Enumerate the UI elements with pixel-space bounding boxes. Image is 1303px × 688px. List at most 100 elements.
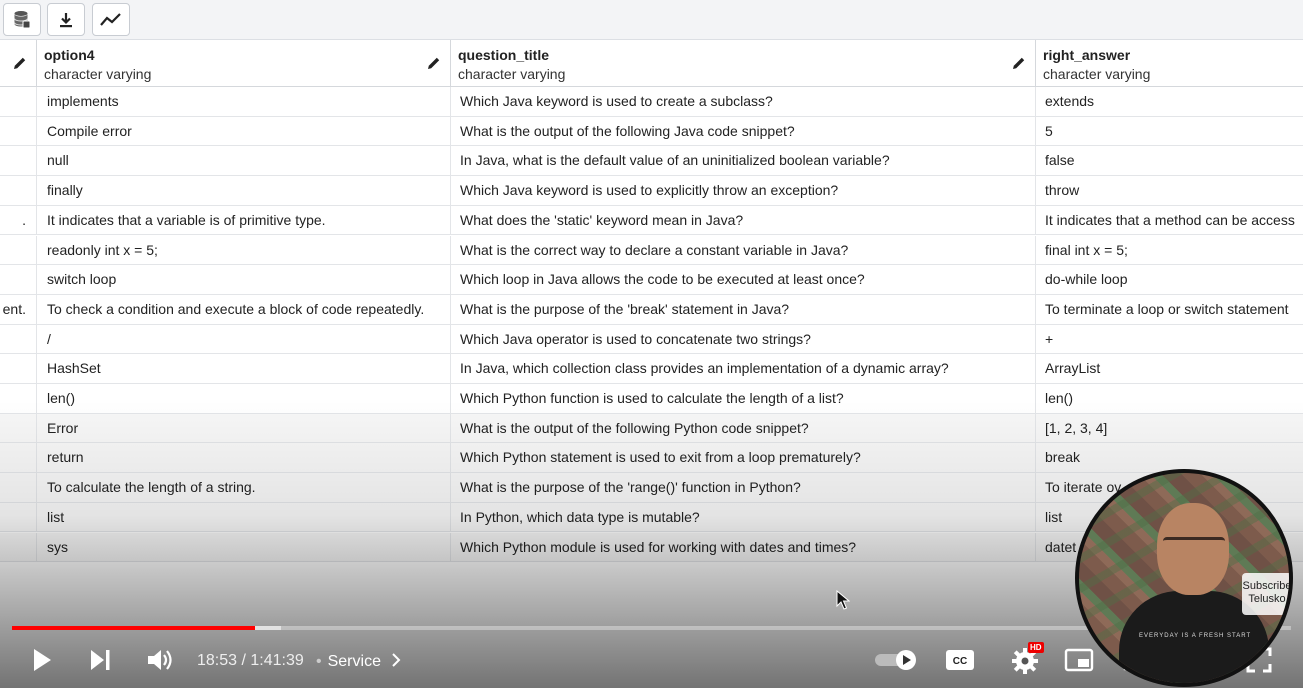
cell-right-answer[interactable]: extends [1036, 87, 1303, 116]
cell-question-title[interactable]: In Java, what is the default value of an… [451, 146, 1036, 176]
cell-right-answer[interactable]: To terminate a loop or switch statement [1036, 295, 1303, 324]
cell-question-title[interactable]: In Python, which data type is mutable? [451, 502, 1036, 532]
pencil-icon[interactable] [1012, 56, 1026, 70]
chevron-right-icon [392, 653, 401, 667]
table-row[interactable]: implements Which Java keyword is used to … [0, 87, 1303, 117]
column-header-option4[interactable]: option4 character varying [37, 40, 451, 87]
play-button[interactable] [28, 646, 56, 674]
settings-button[interactable]: HD [1004, 642, 1048, 676]
cell-option4[interactable]: null [37, 146, 451, 176]
cell-question-title[interactable]: What is the purpose of the 'break' state… [451, 294, 1036, 324]
cell-question-title[interactable]: Which Java keyword is used to create a s… [451, 87, 1036, 116]
cell-option4[interactable]: It indicates that a variable is of primi… [37, 205, 451, 235]
cell-question-title[interactable]: Which Python function is used to calcula… [451, 384, 1036, 413]
autoplay-toggle[interactable] [872, 646, 920, 674]
cell-question-title[interactable]: What is the purpose of the 'range()' fun… [451, 473, 1036, 502]
table-row[interactable]: Compile error What is the output of the f… [0, 116, 1303, 147]
cell-option4[interactable]: Error [37, 413, 451, 443]
next-button[interactable] [86, 646, 114, 674]
cell-right-answer[interactable]: throw [1036, 176, 1303, 205]
cell-prev[interactable] [0, 473, 37, 502]
save-data-button[interactable] [3, 3, 41, 36]
column-header-right-answer[interactable]: right_answer character varying [1036, 40, 1303, 87]
cell-question-title[interactable]: What is the correct way to declare a con… [451, 235, 1036, 265]
mute-button[interactable] [144, 646, 176, 674]
cell-option4[interactable]: readonly int x = 5; [37, 235, 451, 265]
cell-right-answer[interactable]: break [1036, 443, 1303, 472]
cell-prev[interactable] [0, 146, 37, 176]
cell-prev[interactable] [0, 116, 37, 146]
cell-prev[interactable] [0, 413, 37, 443]
download-button[interactable] [47, 3, 85, 36]
cell-right-answer[interactable]: final int x = 5; [1036, 236, 1303, 265]
cell-option4[interactable]: sys [37, 532, 451, 562]
cell-question-title[interactable]: What is the output of the following Pyth… [451, 413, 1036, 443]
cell-option4[interactable]: To calculate the length of a string. [37, 473, 451, 502]
graph-visualiser-button[interactable] [92, 3, 130, 36]
cell-option4[interactable]: switch loop [37, 265, 451, 294]
cell-question-title[interactable]: Which Java operator is used to concatena… [451, 324, 1036, 354]
cell-prev[interactable] [0, 265, 37, 294]
cell-text: Which Python module is used for working … [460, 538, 857, 555]
cell-option4[interactable]: HashSet [37, 354, 451, 383]
cell-option4[interactable]: / [37, 324, 451, 354]
table-row[interactable]: Error What is the output of the following… [0, 413, 1303, 444]
cell-question-title[interactable]: Which Python statement is used to exit f… [451, 443, 1036, 473]
table-row[interactable]: return Which Python statement is used to … [0, 443, 1303, 474]
table-row[interactable]: len() Which Python function is used to ca… [0, 384, 1303, 414]
pencil-icon[interactable] [427, 56, 441, 70]
cell-question-title[interactable]: Which Java keyword is used to explicitly… [451, 176, 1036, 205]
cell-right-answer[interactable]: false [1036, 146, 1303, 175]
cell-prev[interactable] [0, 354, 37, 383]
cell-right-answer[interactable]: do-while loop [1036, 265, 1303, 294]
cell-question-title[interactable]: Which loop in Java allows the code to be… [451, 265, 1036, 294]
cell-option4[interactable]: return [37, 443, 451, 473]
cell-prev[interactable] [0, 235, 37, 265]
cell-option4[interactable]: implements [37, 87, 451, 116]
cell-option4[interactable]: list [37, 502, 451, 532]
cell-text: Which Java operator is used to concatena… [460, 330, 811, 347]
cell-prev[interactable]: ent. [0, 294, 37, 324]
cell-right-answer[interactable]: + [1036, 325, 1303, 354]
shirt-text: EVERYDAY IS A FRESH START [1139, 633, 1252, 639]
cell-question-title[interactable]: In Java, which collection class provides… [451, 354, 1036, 383]
cell-prev[interactable]: . [0, 205, 37, 235]
cell-prev[interactable] [0, 502, 37, 532]
table-row[interactable]: null In Java, what is the default value o… [0, 146, 1303, 177]
cell-question-title[interactable]: What is the output of the following Java… [451, 116, 1036, 146]
cell-option4[interactable]: len() [37, 384, 451, 413]
column-header-prev[interactable] [0, 40, 37, 87]
chapter-button[interactable]: • Service [316, 652, 401, 671]
cell-option4[interactable]: Compile error [37, 116, 451, 146]
cell-right-answer[interactable]: It indicates that a method can be access [1036, 206, 1303, 235]
table-row[interactable]: finally Which Java keyword is used to exp… [0, 176, 1303, 206]
pencil-icon[interactable] [13, 56, 27, 70]
subscribe-badge[interactable]: Subscribe Telusko [1242, 573, 1289, 615]
table-row[interactable]: ent. To check a condition and execute a b… [0, 294, 1303, 325]
cell-prev[interactable] [0, 384, 37, 413]
cell-question-title[interactable]: What does the 'static' keyword mean in J… [451, 205, 1036, 235]
column-header-question-title[interactable]: question_title character varying [451, 40, 1036, 87]
cell-text: Error [47, 419, 79, 436]
cell-right-answer[interactable]: ArrayList [1036, 354, 1303, 383]
cell-text: finally [47, 182, 83, 199]
volume-icon [148, 650, 172, 670]
table-row[interactable]: . It indicates that a variable is of prim… [0, 205, 1303, 236]
cell-option4[interactable]: To check a condition and execute a block… [37, 294, 451, 324]
table-row[interactable]: HashSet In Java, which collection class p… [0, 354, 1303, 384]
cell-prev[interactable] [0, 176, 37, 205]
cell-right-answer[interactable]: 5 [1036, 117, 1303, 146]
cell-prev[interactable] [0, 532, 37, 562]
cell-prev[interactable] [0, 87, 37, 116]
cell-text: false [1045, 152, 1075, 169]
cell-question-title[interactable]: Which Python module is used for working … [451, 532, 1036, 562]
cell-prev[interactable] [0, 443, 37, 473]
captions-button[interactable]: CC [944, 646, 976, 674]
table-row[interactable]: switch loop Which loop in Java allows the… [0, 265, 1303, 295]
cell-option4[interactable]: finally [37, 176, 451, 205]
table-row[interactable]: readonly int x = 5; What is the correct w… [0, 235, 1303, 266]
cell-prev[interactable] [0, 324, 37, 354]
table-row[interactable]: / Which Java operator is used to concaten… [0, 324, 1303, 355]
cell-right-answer[interactable]: [1, 2, 3, 4] [1036, 414, 1303, 443]
cell-right-answer[interactable]: len() [1036, 384, 1303, 413]
